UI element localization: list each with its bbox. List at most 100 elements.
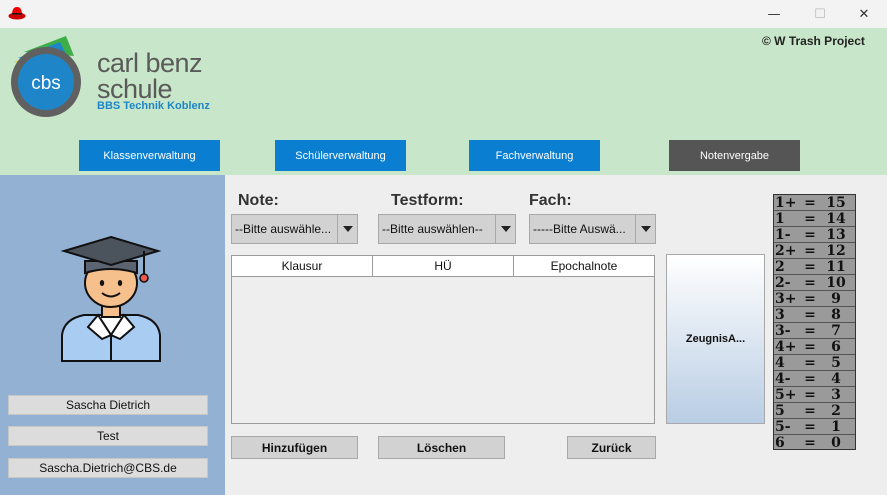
grade-points: 3 [831,386,841,403]
grade-equals: = [804,322,816,339]
grade-equals: = [804,290,816,307]
grade-note: 4- [775,370,791,387]
grade-equals: = [804,242,816,259]
redhat-icon [8,7,26,20]
grade-points: 10 [826,274,846,291]
grade-row: 1+ = 15 [774,195,855,211]
grade-note: 1 [775,210,785,227]
graduate-avatar-icon [60,235,162,362]
grade-equals: = [804,274,816,291]
grade-row: 1- = 13 [774,227,855,243]
grade-note: 1+ [775,194,797,211]
grade-points: 5 [831,354,841,371]
close-button[interactable]: ✕ [841,0,887,28]
note-select-value: --Bitte auswähle... [235,222,332,236]
delete-button[interactable]: Löschen [378,436,505,459]
grade-equals: = [804,194,816,211]
column-header-epochalnote[interactable]: Epochalnote [514,256,654,276]
grade-note: 2 [775,258,785,275]
nav-notenvergabe[interactable]: Notenvergabe [669,140,800,171]
app-header: cbs carl benz schule BBS Technik Koblenz… [0,28,887,175]
grade-points: 2 [831,402,841,419]
grade-note: 6 [775,435,785,451]
grades-table[interactable]: Klausur HÜ Epochalnote [231,255,655,424]
chevron-down-icon[interactable] [495,215,515,243]
logo-badge: cbs [31,73,61,94]
grade-points: 6 [831,338,841,355]
fach-select[interactable]: -----Bitte Auswä... [529,214,656,244]
grade-note: 1- [775,226,791,243]
grade-row: 4- = 4 [774,371,855,387]
grade-equals: = [804,418,816,435]
grade-note: 3+ [775,290,797,307]
grade-points: 14 [826,210,846,227]
zeugnis-button[interactable]: ZeugnisA... [666,254,765,424]
grade-row: 2 = 11 [774,259,855,275]
grade-row: 6 = 0 [774,435,855,451]
window-titlebar: — ☐ ✕ [0,0,887,28]
grade-points: 1 [831,418,841,435]
chevron-down-icon[interactable] [337,215,357,243]
grade-scale-table: 1+ = 15 1 = 14 1- = 13 2+ = 12 2 = 11 2- = 10 3+ = 9 3 = 8 3- = 7 4… [773,194,856,451]
grade-row: 3 = 8 [774,307,855,323]
grade-row: 3- = 7 [774,323,855,339]
grade-points: 12 [826,242,846,259]
school-logo: cbs [11,36,81,117]
grade-equals: = [804,306,816,323]
grade-points: 8 [831,306,841,323]
fach-label: Fach: [529,192,572,209]
grade-points: 0 [831,435,841,451]
grade-note: 3- [775,322,791,339]
grade-note: 4 [775,354,785,371]
grade-row: 4 = 5 [774,355,855,371]
grade-row: 2+ = 12 [774,243,855,259]
note-select[interactable]: --Bitte auswähle... [231,214,358,244]
testform-select-value: --Bitte auswählen-- [382,222,483,236]
user-sidebar: Sascha Dietrich Test Sascha.Dietrich@CBS… [0,175,225,495]
nav-klassenverwaltung[interactable]: Klassenverwaltung [79,140,220,171]
note-label: Note: [238,192,279,209]
add-button[interactable]: Hinzufügen [231,436,358,459]
copyright-label: © W Trash Project [762,34,865,48]
grade-note: 5 [775,402,785,419]
grade-row: 4+ = 6 [774,339,855,355]
grade-equals: = [804,370,816,387]
grade-equals: = [804,354,816,371]
grade-points: 13 [826,226,846,243]
grade-row: 5- = 1 [774,419,855,435]
grade-note: 2+ [775,242,797,259]
nav-fachverwaltung[interactable]: Fachverwaltung [469,140,600,171]
user-role-field: Test [8,426,208,446]
grade-equals: = [804,226,816,243]
grade-equals: = [804,435,816,451]
grade-points: 15 [826,194,846,211]
logo-subtitle: BBS Technik Koblenz [97,100,210,112]
table-header: Klausur HÜ Epochalnote [232,256,654,277]
maximize-button[interactable]: ☐ [797,0,843,28]
column-header-klausur[interactable]: Klausur [232,256,373,276]
grade-row: 1 = 14 [774,211,855,227]
grade-note: 2- [775,274,791,291]
grade-note: 5- [775,418,791,435]
grade-points: 9 [831,290,841,307]
grade-note: 4+ [775,338,797,355]
grade-note: 3 [775,306,785,323]
grade-points: 7 [831,322,841,339]
grade-points: 4 [831,370,841,387]
grade-row: 2- = 10 [774,275,855,291]
back-button[interactable]: Zurück [567,436,656,459]
grade-points: 11 [826,258,846,275]
user-email-field: Sascha.Dietrich@CBS.de [8,458,208,478]
column-header-hue[interactable]: HÜ [373,256,514,276]
minimize-button[interactable]: — [751,0,797,28]
fach-select-value: -----Bitte Auswä... [533,222,626,236]
user-name-field: Sascha Dietrich [8,395,208,415]
grade-row: 3+ = 9 [774,291,855,307]
grade-row: 5+ = 3 [774,387,855,403]
testform-select[interactable]: --Bitte auswählen-- [378,214,516,244]
nav-schuelerverwaltung[interactable]: Schülerverwaltung [275,140,406,171]
grade-equals: = [804,402,816,419]
testform-label: Testform: [391,192,464,209]
chevron-down-icon[interactable] [635,215,655,243]
grade-note: 5+ [775,386,797,403]
